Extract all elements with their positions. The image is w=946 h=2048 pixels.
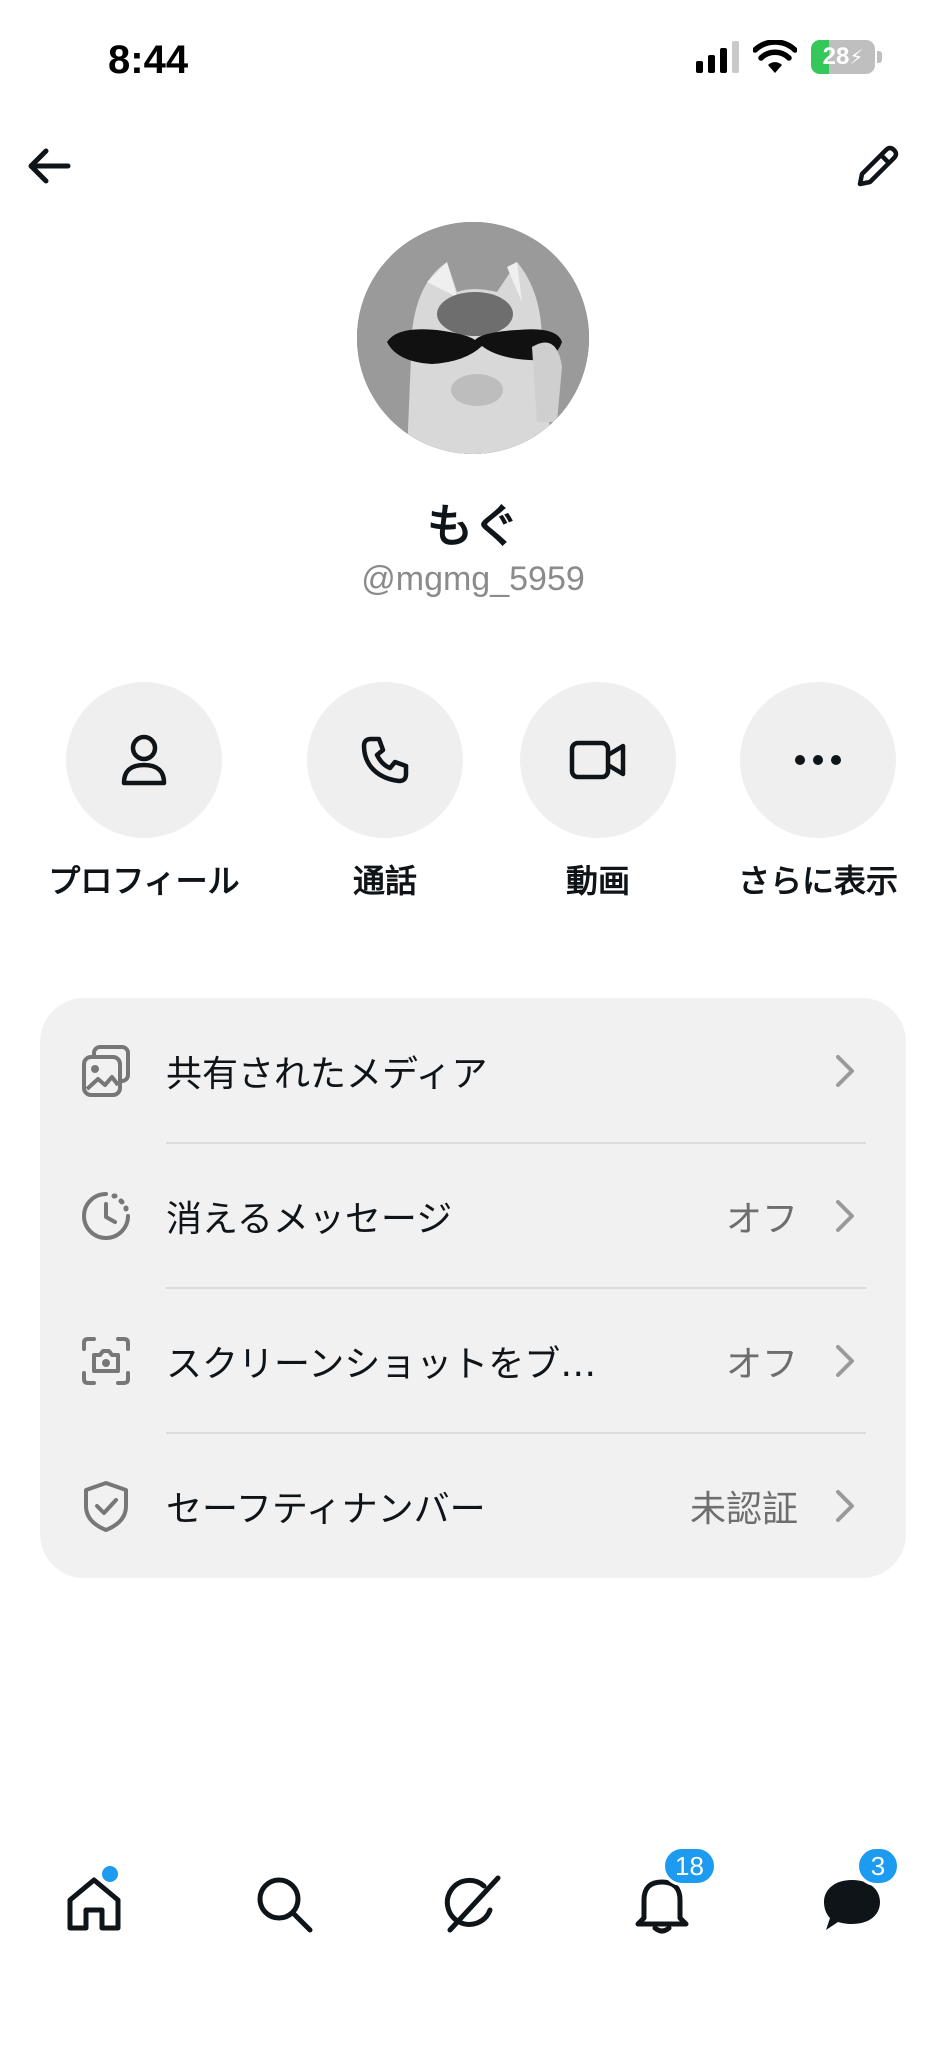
video-action-label: 動画 — [565, 862, 630, 900]
chevron-right-icon — [836, 1489, 854, 1522]
phone-icon — [361, 736, 409, 784]
video-action[interactable]: 動画 — [488, 682, 708, 902]
timer-icon — [82, 1191, 130, 1240]
edit-button[interactable] — [850, 138, 906, 194]
video-action-button[interactable] — [520, 682, 676, 838]
battery-level: 28 — [822, 43, 850, 70]
arrow-left-icon — [28, 148, 71, 184]
profile-action-label: プロフィール — [48, 862, 240, 900]
nav-home[interactable] — [62, 1866, 126, 1936]
chevron-right-icon — [836, 1199, 854, 1232]
safety-number-title: セーフティナンバー — [166, 1488, 486, 1530]
profile-action-button[interactable] — [66, 682, 222, 838]
avatar[interactable] — [357, 222, 589, 454]
shared-media-row[interactable]: 共有されたメディア — [40, 998, 906, 1143]
chevron-right-icon — [836, 1344, 854, 1377]
screenshot-block-value: オフ — [725, 1343, 798, 1385]
disappearing-messages-title: 消えるメッセージ — [166, 1198, 453, 1240]
shield-icon — [84, 1480, 128, 1532]
user-handle: @mgmg_5959 — [361, 560, 585, 598]
notifications-badge: 18 — [662, 1846, 717, 1886]
wifi-icon — [753, 40, 797, 73]
media-icon — [82, 1044, 130, 1097]
cellular-signal-icon — [696, 41, 739, 73]
screenshot-icon — [82, 1336, 130, 1385]
status-time: 8:44 — [108, 38, 189, 82]
screenshot-block-row[interactable]: スクリーンショットをブ… オフ — [40, 1288, 906, 1433]
safety-number-value: 未認証 — [689, 1488, 798, 1530]
nav-grok[interactable] — [440, 1872, 504, 1936]
home-notification-dot — [102, 1866, 118, 1882]
conversation-info-screen: 8:44 28 ⚡ もぐ @mgmg_5959 プロフィール 通話 動画 さらに… — [0, 0, 946, 2048]
back-button[interactable] — [22, 138, 78, 194]
call-action-label: 通話 — [352, 862, 417, 900]
shared-media-title: 共有されたメディア — [166, 1053, 488, 1095]
screenshot-block-title: スクリーンショットをブ… — [166, 1343, 597, 1385]
call-action[interactable]: 通話 — [275, 682, 495, 902]
status-icons: 28 ⚡ — [696, 40, 882, 74]
messages-badge: 3 — [856, 1846, 900, 1886]
display-name: もぐ — [427, 499, 519, 553]
person-icon — [121, 734, 167, 786]
profile-action[interactable]: プロフィール — [34, 682, 254, 902]
nav-notifications[interactable]: 18 — [630, 1846, 717, 1936]
video-camera-icon — [569, 740, 626, 780]
more-action-button[interactable] — [740, 682, 896, 838]
grok-icon — [444, 1875, 501, 1933]
pencil-icon — [857, 145, 899, 187]
more-icon — [795, 755, 841, 765]
more-action-label: さらに表示 — [737, 862, 898, 900]
settings-card: 共有されたメディア 消えるメッセージ オフ スクリーンショットをブ… オフ セー… — [40, 998, 906, 1578]
disappearing-messages-value: オフ — [725, 1198, 798, 1240]
battery-icon: 28 ⚡ — [811, 40, 875, 74]
chevron-right-icon — [836, 1054, 854, 1087]
cat-with-sunglasses-avatar-image — [357, 222, 589, 454]
search-icon — [257, 1877, 313, 1933]
nav-search[interactable] — [252, 1872, 316, 1936]
nav-messages[interactable]: 3 — [820, 1846, 900, 1936]
disappearing-messages-row[interactable]: 消えるメッセージ オフ — [40, 1143, 906, 1288]
home-icon — [67, 1877, 121, 1931]
call-action-button[interactable] — [307, 682, 463, 838]
safety-number-row[interactable]: セーフティナンバー 未認証 — [40, 1433, 906, 1578]
more-action[interactable]: さらに表示 — [708, 682, 928, 902]
